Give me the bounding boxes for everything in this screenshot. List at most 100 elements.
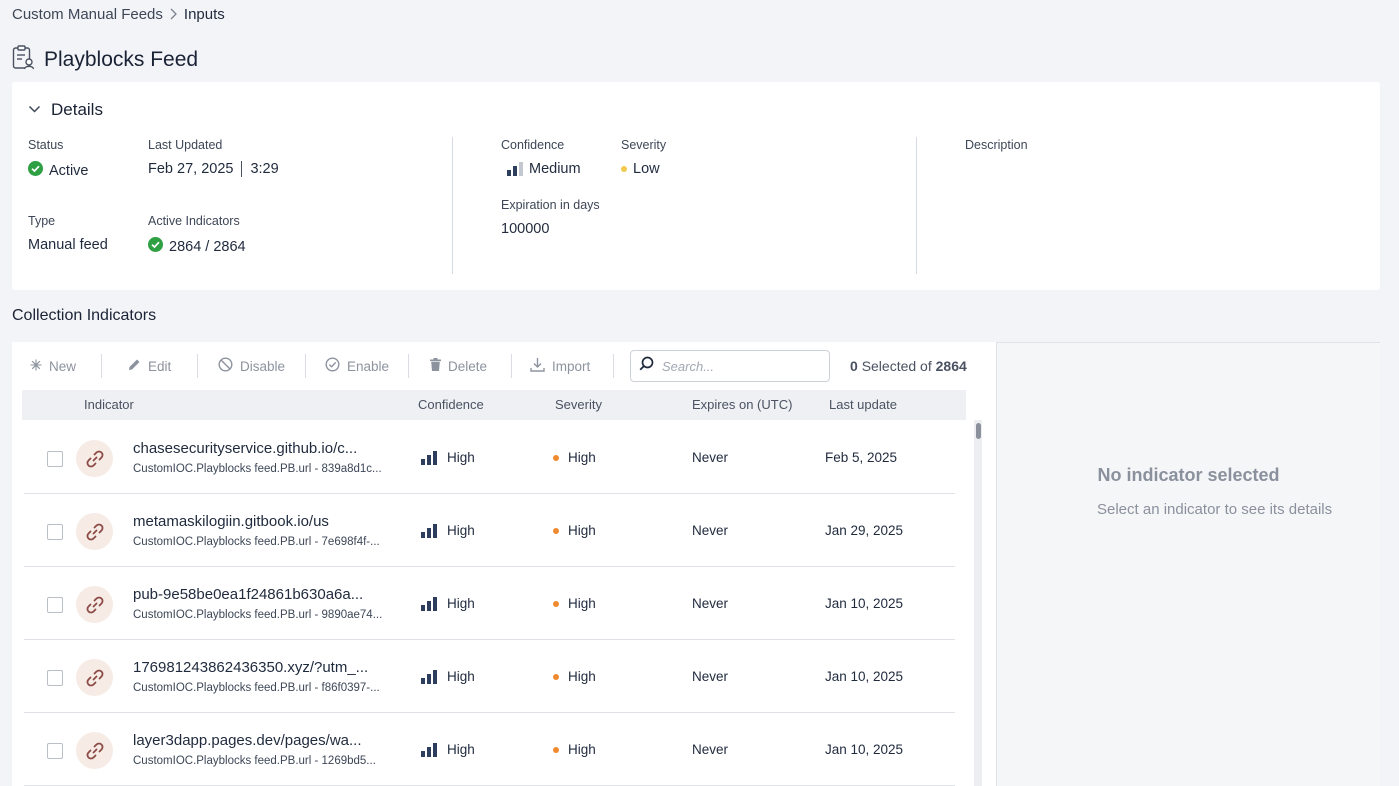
search-box xyxy=(630,350,830,382)
edit-button[interactable]: Edit xyxy=(128,350,171,382)
confidence-high-icon xyxy=(421,742,437,757)
divider xyxy=(197,354,198,378)
table-row[interactable]: layer3dapp.pages.dev/pages/wa... CustomI… xyxy=(24,713,955,786)
row-checkbox[interactable] xyxy=(47,597,63,613)
trash-icon xyxy=(430,358,441,374)
confidence-value: High xyxy=(447,742,475,757)
severity-dot-icon xyxy=(553,746,559,753)
divider xyxy=(408,354,409,378)
indicator-source: CustomIOC.Playblocks feed.PB.url - 1269b… xyxy=(133,755,376,767)
row-checkbox[interactable] xyxy=(47,670,63,686)
breadcrumb-parent-link[interactable]: Custom Manual Feeds xyxy=(12,6,163,23)
disable-button[interactable]: Disable xyxy=(218,350,285,382)
toolbar: New Edit Disable Enable Delete Import Se… xyxy=(12,350,996,382)
last-update-value: Jan 10, 2025 xyxy=(825,669,904,684)
empty-state-subtitle: Select an indicator to see its details xyxy=(1097,501,1333,518)
indicator-name[interactable]: 176981243862436350.xyz/?utm_... xyxy=(133,659,368,676)
column-header-expires[interactable]: Expires on (UTC) xyxy=(692,397,792,412)
last-update-value: Jan 29, 2025 xyxy=(825,523,904,538)
last-updated-time: 3:29 xyxy=(250,161,279,177)
last-updated-date: Feb 27, 2025 xyxy=(148,161,234,177)
delete-button[interactable]: Delete xyxy=(430,350,487,382)
severity-value: High xyxy=(568,450,596,465)
severity-value: High xyxy=(568,523,596,538)
confidence-high-icon xyxy=(421,596,437,611)
breadcrumb-current: Inputs xyxy=(183,6,225,23)
search-input[interactable] xyxy=(662,358,812,374)
chevron-down-icon xyxy=(28,101,41,119)
last-updated-value: Feb 27, 2025 3:29 xyxy=(148,161,279,177)
severity-dot-icon xyxy=(553,527,559,534)
indicator-name[interactable]: chasesecurityservice.github.io/c... xyxy=(133,440,357,457)
new-button[interactable]: New xyxy=(30,350,76,382)
confidence-cell: High xyxy=(421,523,475,538)
disable-label: Disable xyxy=(240,358,286,374)
expires-value: Never xyxy=(692,450,729,465)
expiration-value: 100000 xyxy=(501,221,549,237)
confidence-medium-icon xyxy=(507,162,523,176)
table-row[interactable]: pub-9e58be0ea1f24861b630a6a... CustomIOC… xyxy=(24,567,955,640)
status-value: Active xyxy=(28,161,89,180)
severity-cell: High xyxy=(553,669,596,684)
details-header: Details xyxy=(51,100,103,119)
divider xyxy=(613,354,614,378)
last-update-value: Feb 5, 2025 xyxy=(825,450,898,465)
link-icon xyxy=(76,732,113,769)
row-checkbox[interactable] xyxy=(47,524,63,540)
table-row[interactable]: metamaskilogiin.gitbook.io/us CustomIOC.… xyxy=(24,494,955,567)
type-text: Manual feed xyxy=(28,237,108,253)
indicator-name[interactable]: pub-9e58be0ea1f24861b630a6a... xyxy=(133,586,363,603)
row-checkbox[interactable] xyxy=(47,451,63,467)
indicator-source: CustomIOC.Playblocks feed.PB.url - 839a8… xyxy=(133,463,382,475)
row-checkbox[interactable] xyxy=(47,743,63,759)
column-header-confidence[interactable]: Confidence xyxy=(418,397,484,412)
link-icon xyxy=(76,440,113,477)
confidence-value: High xyxy=(447,523,475,538)
details-toggle[interactable]: Details xyxy=(28,100,103,120)
table-row[interactable]: chasesecurityservice.github.io/c... Cust… xyxy=(24,421,955,494)
sparkle-icon xyxy=(30,359,42,374)
last-update-value: Jan 10, 2025 xyxy=(825,596,904,611)
severity-dot-icon xyxy=(553,673,559,680)
severity-cell: High xyxy=(553,742,596,757)
expiration-text: 100000 xyxy=(501,221,550,237)
expires-value: Never xyxy=(692,742,729,757)
column-header-indicator[interactable]: Indicator xyxy=(84,397,134,412)
confidence-high-icon xyxy=(421,450,437,465)
confidence-value: High xyxy=(447,450,475,465)
enable-label: Enable xyxy=(347,358,390,374)
expires-value: Never xyxy=(692,669,729,684)
indicator-name[interactable]: layer3dapp.pages.dev/pages/wa... xyxy=(133,732,362,749)
import-button[interactable]: Import xyxy=(530,350,590,382)
confidence-cell: High xyxy=(421,742,475,757)
confidence-cell: High xyxy=(421,596,475,611)
column-header-last-update[interactable]: Last update xyxy=(829,397,897,412)
chevron-right-icon xyxy=(169,7,178,23)
severity-dot-icon xyxy=(553,600,559,607)
active-indicators-text: 2864 / 2864 xyxy=(169,238,246,255)
severity-value: Low xyxy=(621,161,660,177)
confidence-high-icon xyxy=(421,523,437,538)
severity-value: High xyxy=(568,669,596,684)
scrollbar-thumb[interactable] xyxy=(976,423,981,439)
status-label: Status xyxy=(28,138,64,152)
import-label: Import xyxy=(552,358,591,374)
clipboard-feed-icon xyxy=(12,45,35,75)
status-text: Active xyxy=(49,162,89,179)
last-update-value: Jan 10, 2025 xyxy=(825,742,904,757)
page-title: Playblocks Feed xyxy=(44,48,199,71)
empty-state-title: No indicator selected xyxy=(1097,465,1280,485)
scrollbar-track[interactable] xyxy=(974,420,982,786)
indicator-source: CustomIOC.Playblocks feed.PB.url - f86f0… xyxy=(133,682,380,694)
divider xyxy=(101,354,102,378)
selected-number: 0 xyxy=(850,358,858,374)
indicator-name[interactable]: metamaskilogiin.gitbook.io/us xyxy=(133,513,329,530)
column-header-severity[interactable]: Severity xyxy=(555,397,602,412)
active-indicators-value: 2864 / 2864 xyxy=(148,237,246,256)
confidence-cell: High xyxy=(421,450,475,465)
enable-button[interactable]: Enable xyxy=(325,350,389,382)
confidence-value: High xyxy=(447,596,475,611)
expires-value: Never xyxy=(692,523,729,538)
table-row[interactable]: 176981243862436350.xyz/?utm_... CustomIO… xyxy=(24,640,955,713)
check-circle-outline-icon xyxy=(325,357,340,375)
